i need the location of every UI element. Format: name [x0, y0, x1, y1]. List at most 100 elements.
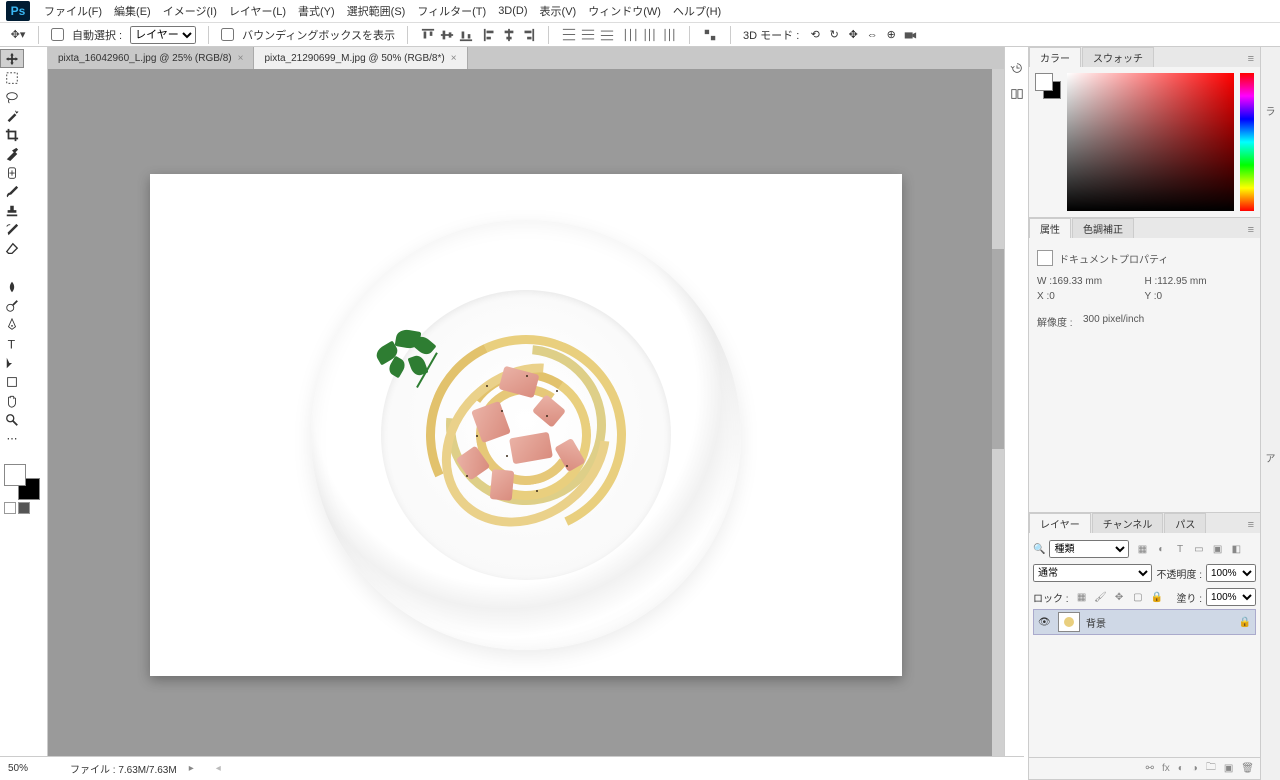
- hue-slider[interactable]: [1240, 73, 1254, 211]
- 3d-slide-icon[interactable]: ⇔: [864, 27, 880, 43]
- dist-vcenter-icon[interactable]: [580, 27, 596, 43]
- libraries-panel-icon[interactable]: [1005, 81, 1029, 107]
- lasso-tool[interactable]: [0, 87, 24, 106]
- menu-layer[interactable]: レイヤー(L): [223, 0, 292, 22]
- crop-tool[interactable]: [0, 125, 24, 144]
- stamp-tool[interactable]: [0, 201, 24, 220]
- color-picker[interactable]: [1067, 73, 1234, 211]
- lock-position-icon[interactable]: ✥: [1112, 590, 1126, 604]
- adjustment-icon[interactable]: ◑: [1192, 763, 1198, 774]
- path-tool[interactable]: [0, 353, 24, 372]
- move-tool[interactable]: [0, 49, 24, 68]
- link-icon[interactable]: ⚯: [1146, 763, 1154, 774]
- align-top-icon[interactable]: [420, 27, 436, 43]
- marquee-tool[interactable]: [0, 68, 24, 87]
- align-hcenter-icon[interactable]: [501, 27, 517, 43]
- dist-left-icon[interactable]: [623, 27, 639, 43]
- shape-tool[interactable]: [0, 372, 24, 391]
- auto-select-checkbox[interactable]: [51, 28, 64, 41]
- panel-menu-icon[interactable]: ≡: [1242, 51, 1260, 67]
- menu-edit[interactable]: 編集(E): [108, 0, 157, 22]
- pen-tool[interactable]: [0, 315, 24, 334]
- filter-adjust-icon[interactable]: ◐: [1154, 542, 1168, 556]
- history-brush-tool[interactable]: [0, 220, 24, 239]
- more-align-icon[interactable]: [702, 27, 718, 43]
- lock-artboard-icon[interactable]: ▢: [1131, 590, 1145, 604]
- eraser-tool[interactable]: [0, 239, 24, 258]
- filter-toggle-icon[interactable]: ◧: [1229, 542, 1243, 556]
- document-canvas[interactable]: [150, 174, 902, 676]
- dist-bottom-icon[interactable]: [599, 27, 615, 43]
- swatches-tab[interactable]: スウォッチ: [1082, 47, 1154, 67]
- menu-3d[interactable]: 3D(D): [492, 2, 533, 20]
- zoom-value[interactable]: 50%: [8, 763, 58, 774]
- vertical-scrollbar[interactable]: [992, 69, 1004, 780]
- color-tab[interactable]: カラー: [1029, 47, 1081, 67]
- close-icon[interactable]: ×: [451, 53, 457, 64]
- layers-tab[interactable]: レイヤー: [1029, 513, 1091, 533]
- align-vcenter-icon[interactable]: [439, 27, 455, 43]
- layer-row-background[interactable]: 👁 背景 🔒: [1033, 609, 1256, 635]
- align-bottom-icon[interactable]: [458, 27, 474, 43]
- panel-menu-icon[interactable]: ≡: [1242, 222, 1260, 238]
- filter-pixel-icon[interactable]: ▦: [1135, 542, 1149, 556]
- brush-tool[interactable]: [0, 182, 24, 201]
- history-panel-icon[interactable]: [1005, 55, 1029, 81]
- visibility-icon[interactable]: 👁: [1038, 617, 1052, 628]
- auto-select-dropdown[interactable]: レイヤー: [130, 26, 196, 44]
- 3d-zoom-icon[interactable]: ⊕: [883, 27, 899, 43]
- bbox-checkbox[interactable]: [221, 28, 234, 41]
- panel-menu-icon[interactable]: ≡: [1242, 517, 1260, 533]
- collapsed-tab-1[interactable]: ラ: [1261, 97, 1280, 124]
- lock-paint-icon[interactable]: 🖌: [1093, 590, 1107, 604]
- properties-tab[interactable]: 属性: [1029, 218, 1071, 238]
- align-right-icon[interactable]: [520, 27, 536, 43]
- lock-transparent-icon[interactable]: ▦: [1075, 590, 1089, 604]
- menu-filter[interactable]: フィルター(T): [411, 0, 492, 22]
- filter-shape-icon[interactable]: ▭: [1192, 542, 1206, 556]
- adjustments-tab[interactable]: 色調補正: [1072, 218, 1134, 238]
- blur-tool[interactable]: [0, 277, 24, 296]
- dodge-tool[interactable]: [0, 296, 24, 315]
- delete-icon[interactable]: 🗑: [1241, 763, 1254, 774]
- filter-type-icon[interactable]: T: [1173, 542, 1187, 556]
- color-swatch[interactable]: [4, 464, 40, 500]
- canvas-viewport[interactable]: [48, 69, 1004, 780]
- menu-window[interactable]: ウィンドウ(W): [582, 0, 667, 22]
- fx-icon[interactable]: fx: [1162, 763, 1170, 774]
- eyedropper-tool[interactable]: [0, 144, 24, 163]
- new-layer-icon[interactable]: ▣: [1224, 763, 1233, 774]
- lock-all-icon[interactable]: 🔒: [1150, 590, 1164, 604]
- healing-tool[interactable]: [0, 163, 24, 182]
- menu-type[interactable]: 書式(Y): [292, 0, 341, 22]
- magic-wand-tool[interactable]: [0, 106, 24, 125]
- layer-filter-dropdown[interactable]: 種類: [1049, 540, 1129, 558]
- 3d-roll-icon[interactable]: ↻: [826, 27, 842, 43]
- menu-select[interactable]: 選択範囲(S): [341, 0, 412, 22]
- menu-view[interactable]: 表示(V): [534, 0, 583, 22]
- menu-image[interactable]: イメージ(I): [157, 0, 223, 22]
- mask-icon[interactable]: ◐: [1178, 763, 1184, 774]
- info-arrow-icon[interactable]: ▸: [189, 763, 194, 774]
- menu-file[interactable]: ファイル(F): [38, 0, 108, 22]
- align-left-icon[interactable]: [482, 27, 498, 43]
- 3d-camera-icon[interactable]: [902, 27, 918, 43]
- 3d-pan-icon[interactable]: ✥: [845, 27, 861, 43]
- filter-smart-icon[interactable]: ▣: [1211, 542, 1225, 556]
- document-tab-1[interactable]: pixta_16042960_L.jpg @ 25% (RGB/8)×: [48, 47, 254, 69]
- dist-hcenter-icon[interactable]: [642, 27, 658, 43]
- collapsed-tab-2[interactable]: ア: [1261, 444, 1280, 471]
- dist-right-icon[interactable]: [661, 27, 677, 43]
- quickmask-toggle[interactable]: [4, 502, 30, 514]
- gradient-tool[interactable]: [0, 258, 24, 277]
- dist-top-icon[interactable]: [561, 27, 577, 43]
- opacity-dropdown[interactable]: 100%: [1206, 564, 1256, 582]
- zoom-tool[interactable]: [0, 410, 24, 429]
- blend-mode-dropdown[interactable]: 通常: [1033, 564, 1152, 582]
- group-icon[interactable]: 🗀: [1206, 760, 1216, 777]
- scroll-left-icon[interactable]: ◂: [216, 763, 221, 774]
- menu-help[interactable]: ヘルプ(H): [667, 0, 727, 22]
- paths-tab[interactable]: パス: [1164, 513, 1206, 533]
- document-tab-2[interactable]: pixta_21290699_M.jpg @ 50% (RGB/8*)×: [254, 47, 467, 69]
- 3d-orbit-icon[interactable]: ⟲: [807, 27, 823, 43]
